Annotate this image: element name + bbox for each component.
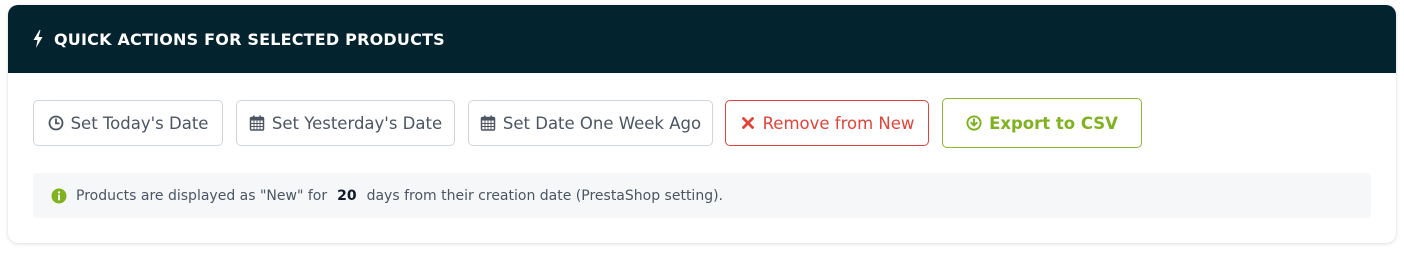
export-csv-label: Export to CSV (989, 113, 1118, 133)
set-week-ago-date-label: Set Date One Week Ago (502, 113, 702, 133)
info-text-before: Products are displayed as "New" for (76, 187, 328, 204)
info-circle-icon (51, 188, 67, 204)
set-yesterday-date-label: Set Yesterday's Date (271, 113, 443, 133)
panel-header: QUICK ACTIONS FOR SELECTED PRODUCTS (8, 5, 1396, 73)
times-icon (740, 115, 756, 131)
bolt-icon (33, 30, 43, 48)
remove-from-new-button[interactable]: Remove from New (725, 100, 929, 146)
clock-icon (48, 115, 64, 131)
calendar-icon (480, 115, 496, 131)
download-circle-icon (966, 115, 982, 131)
export-csv-button[interactable]: Export to CSV (942, 98, 1142, 148)
set-today-date-label: Set Today's Date (70, 113, 209, 133)
new-days-count: 20 (337, 187, 357, 204)
quick-actions-panel: QUICK ACTIONS FOR SELECTED PRODUCTS Set … (8, 5, 1396, 243)
calendar-icon (249, 115, 265, 131)
info-text-after: days from their creation date (PrestaSho… (366, 187, 723, 204)
set-today-date-button[interactable]: Set Today's Date (33, 100, 223, 146)
panel-title: QUICK ACTIONS FOR SELECTED PRODUCTS (54, 29, 445, 49)
new-days-info: Products are displayed as "New" for 20 d… (33, 173, 1371, 218)
set-yesterday-date-button[interactable]: Set Yesterday's Date (236, 100, 455, 146)
set-week-ago-date-button[interactable]: Set Date One Week Ago (468, 100, 713, 146)
remove-from-new-label: Remove from New (762, 113, 915, 133)
